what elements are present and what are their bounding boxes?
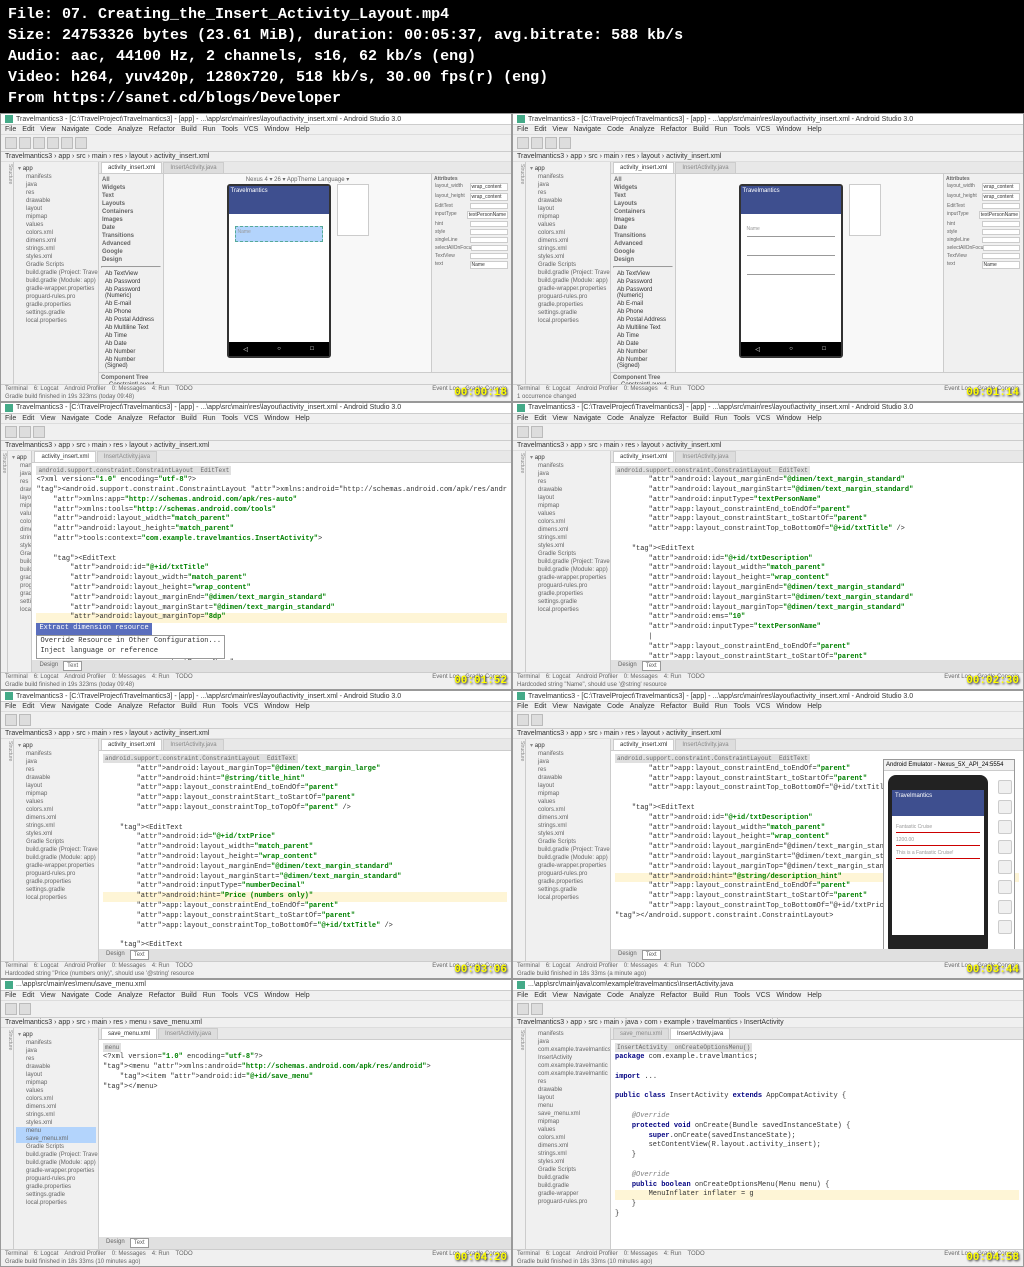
component-tree[interactable]: Component Tree ConstraintLayout Ab editT… (99, 372, 511, 384)
project-tree[interactable]: appmanifestsjavaresdrawablelayoutmipmapv… (14, 162, 99, 384)
pane-4: Travelmantics3 - [C:\TravelProject\Trave… (512, 402, 1024, 691)
breadcrumb[interactable]: Travelmantics3 › app › src › main › res … (1, 152, 511, 162)
pane-7: ...\app\src\main\res\menu\save_menu.xml … (0, 979, 512, 1267)
side-strip[interactable]: Structure (1, 162, 14, 384)
emulator-controls[interactable] (998, 780, 1012, 934)
android-emulator[interactable]: Android Emulator - Nexus_5X_API_24:5554 … (883, 759, 1015, 949)
attributes-panel[interactable]: Attributeslayout_widthwrap_contentlayout… (431, 174, 511, 372)
blueprint-view (337, 184, 369, 236)
pane-1: Travelmantics3 - [C:\TravelProject\Trave… (0, 113, 512, 402)
menubar[interactable]: FileEditViewNavigateCodeAnalyzeRefactorB… (1, 125, 511, 135)
file-info-header: File: 07. Creating_the_Insert_Activity_L… (0, 0, 1024, 113)
pane-8: ...\app\src\main\java\com\example\travel… (512, 979, 1024, 1267)
phone-preview: Travelmantics Name ◁○□ (227, 184, 331, 358)
editor-tabs[interactable]: activity_insert.xmlInsertActivity.java (99, 162, 511, 174)
widget-palette[interactable]: AllWidgetsTextLayoutsContainersImagesDat… (99, 174, 164, 372)
intention-popup[interactable]: Extract dimension resource (36, 623, 151, 635)
screenshot-grid: Travelmantics3 - [C:\TravelProject\Trave… (0, 113, 1024, 1267)
window-titlebar: Travelmantics3 - [C:\TravelProject\Trave… (1, 114, 511, 125)
design-preview[interactable]: Nexus 4 ▾ 26 ▾ AppTheme Language ▾ Trave… (164, 174, 431, 372)
pane-2: Travelmantics3 - [C:\TravelProject\Trave… (512, 113, 1024, 402)
app-icon (5, 115, 13, 123)
pane-5: Travelmantics3 - [C:\TravelProject\Trave… (0, 690, 512, 979)
pane-6: Travelmantics3 - [C:\TravelProject\Trave… (512, 690, 1024, 979)
emulator-device[interactable]: Travelmantics Fantastic Cruise 1200.00 T… (888, 775, 988, 949)
code-editor[interactable]: android.support.constraint.ConstraintLay… (32, 463, 511, 661)
timestamp: 00:00:18 (454, 387, 507, 399)
bottom-toolbar[interactable]: Terminal6: LogcatAndroid Profiler0: Mess… (1, 384, 511, 393)
pane-3: Travelmantics3 - [C:\TravelProject\Trave… (0, 402, 512, 691)
toolbar[interactable] (1, 135, 511, 152)
